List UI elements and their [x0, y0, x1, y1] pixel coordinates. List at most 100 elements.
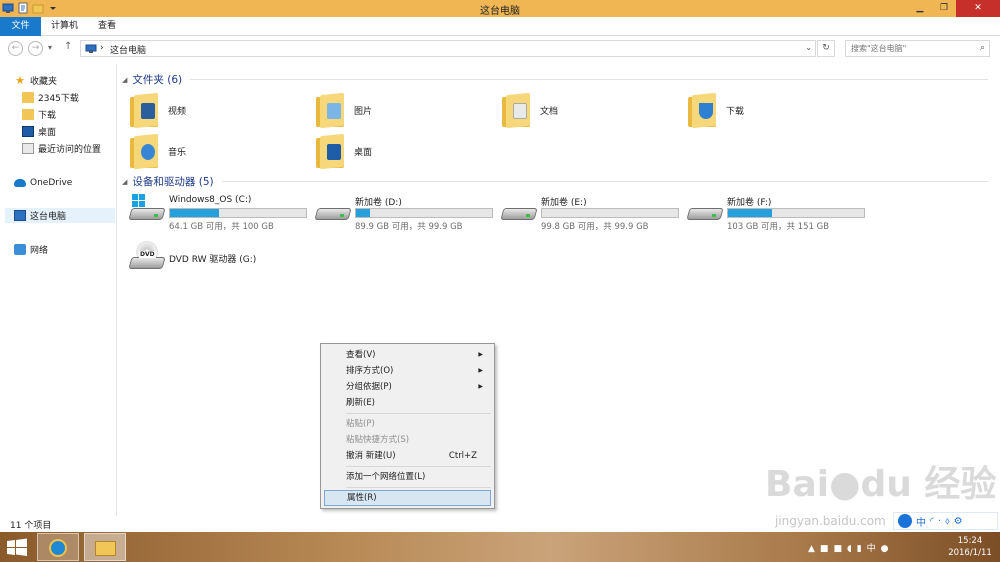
tab-view[interactable]: 查看: [88, 17, 126, 36]
tab-computer[interactable]: 计算机: [41, 17, 88, 36]
maximize-icon[interactable]: ❐: [932, 0, 956, 17]
ime-symbol-icon[interactable]: ·: [938, 516, 941, 527]
downloads-folder-icon: [22, 109, 34, 120]
drive-tile-c[interactable]: Windows8_OS (C:) 64.1 GB 可用，共 100 GB: [128, 193, 310, 232]
volume-icon[interactable]: ◖: [847, 544, 857, 554]
sidebar-item-desktop[interactable]: 桌面: [22, 124, 56, 139]
file-explorer-icon: [95, 541, 116, 556]
sidebar-item-this-pc[interactable]: 这台电脑: [5, 208, 115, 223]
menu-item-undo-new[interactable]: 撤消 新建(U) Ctrl+Z: [324, 448, 491, 464]
network-status-icon[interactable]: ▮: [857, 544, 867, 554]
folder-name: 下载: [726, 106, 745, 117]
drive-name: 新加卷 (E:): [541, 198, 587, 208]
menu-item-label: 粘贴(P): [346, 419, 375, 429]
tray-app-icon[interactable]: ■: [820, 544, 834, 554]
navigation-pane: ★ 收藏夹 2345下载 下载 桌面 最近访问的位置 OneDrive 这台电脑…: [0, 64, 117, 516]
drive-name: 新加卷 (D:): [355, 198, 402, 208]
folder-icon: [22, 92, 34, 103]
ime-settings-icon[interactable]: ⚙: [954, 516, 963, 527]
taskbar-ie-button[interactable]: [37, 533, 79, 561]
network-icon: [14, 244, 26, 255]
sidebar-item-2345-download[interactable]: 2345下载: [22, 90, 79, 105]
drive-tile-dvd[interactable]: DVD DVD RW 驱动器 (G:): [128, 238, 310, 274]
collapse-triangle-icon[interactable]: ◢: [122, 178, 127, 186]
ime-shirt-icon[interactable]: ⬨: [945, 516, 950, 527]
menu-item-label: 刷新(E): [346, 398, 376, 408]
group-title: 设备和驱动器 (5): [132, 176, 214, 188]
drive-space-info: 103 GB 可用，共 151 GB: [727, 222, 830, 232]
address-bar[interactable]: › 这台电脑 ⌄: [80, 40, 816, 57]
tray-security-icon[interactable]: ■: [833, 544, 847, 554]
drive-tile-f[interactable]: 新加卷 (F:) 103 GB 可用，共 151 GB: [686, 193, 868, 232]
dvd-drive-icon: DVD: [128, 241, 166, 269]
sidebar-item-recent-places[interactable]: 最近访问的位置: [22, 141, 101, 156]
breadcrumb[interactable]: 这台电脑: [110, 43, 146, 56]
window-title: 这台电脑: [480, 6, 520, 17]
folder-tile-pictures[interactable]: 图片: [316, 91, 372, 129]
sidebar-item-onedrive[interactable]: OneDrive: [14, 175, 72, 190]
sidebar-item-downloads[interactable]: 下载: [22, 107, 56, 122]
item-count: 11 个项目: [10, 521, 52, 531]
minimize-icon[interactable]: ▁: [908, 0, 932, 17]
forward-button[interactable]: →: [28, 41, 43, 56]
up-arrow-icon[interactable]: ↑: [64, 41, 72, 52]
ime-language[interactable]: 中: [916, 514, 926, 529]
chevron-down-icon[interactable]: ⌄: [805, 43, 812, 52]
menu-item-label: 粘贴快捷方式(S): [346, 435, 410, 445]
folder-tile-documents[interactable]: 文档: [502, 91, 558, 129]
search-icon[interactable]: ⌕: [980, 43, 985, 53]
tray-ime-icon[interactable]: ●: [881, 544, 894, 554]
folder-tile-desktop[interactable]: 桌面: [316, 132, 372, 170]
tab-file[interactable]: 文件: [0, 17, 41, 36]
menu-item-properties[interactable]: 属性(R): [324, 490, 491, 506]
menu-item-sort-by[interactable]: 排序方式(O) ▶: [324, 363, 491, 379]
menu-item-group-by[interactable]: 分组依据(P) ▶: [324, 379, 491, 395]
clock-time: 15:24: [957, 536, 983, 546]
drive-tile-d[interactable]: 新加卷 (D:) 89.9 GB 可用，共 99.9 GB: [314, 193, 496, 232]
show-hidden-icons-icon[interactable]: ▲: [808, 544, 820, 554]
menu-item-refresh[interactable]: 刷新(E): [324, 395, 491, 411]
window-controls: ▁ ❐ ✕: [908, 0, 1000, 17]
drive-name: 新加卷 (F:): [727, 198, 772, 208]
group-divider: [190, 79, 988, 80]
tray-language[interactable]: 中: [867, 544, 881, 554]
breadcrumb-chevron-icon[interactable]: ›: [100, 43, 104, 53]
context-menu: 查看(V) ▶ 排序方式(O) ▶ 分组依据(P) ▶ 刷新(E) 粘贴(P) 粘贴快…: [320, 343, 495, 509]
collapse-triangle-icon[interactable]: ◢: [122, 76, 127, 84]
drive-name: DVD RW 驱动器 (G:): [169, 255, 257, 265]
sidebar-item-network[interactable]: 网络: [14, 242, 48, 257]
recent-locations-icon[interactable]: ▾: [48, 43, 52, 52]
group-header-folders[interactable]: ◢ 文件夹 (6): [122, 72, 182, 87]
group-title: 文件夹 (6): [132, 74, 183, 86]
menu-separator: [346, 466, 491, 467]
folder-tile-downloads[interactable]: 下载: [688, 91, 744, 129]
hard-drive-icon: [686, 202, 724, 224]
group-header-drives[interactable]: ◢ 设备和驱动器 (5): [122, 174, 214, 189]
ime-logo-icon[interactable]: [898, 514, 912, 528]
clock-date: 2016/1/11: [948, 548, 992, 558]
drive-tile-e[interactable]: 新加卷 (E:) 99.8 GB 可用，共 99.9 GB: [500, 193, 682, 232]
windows-start-icon[interactable]: [6, 538, 28, 556]
ime-punctuation-icon[interactable]: ◜: [930, 516, 934, 527]
sidebar-item-favorites[interactable]: ★ 收藏夹: [14, 73, 57, 88]
sidebar-item-label: 2345下载: [38, 94, 79, 104]
ime-toolbar: 中 ◜ · ⬨ ⚙: [893, 512, 998, 530]
folder-name: 视频: [168, 106, 187, 117]
taskbar-explorer-button[interactable]: [84, 533, 126, 561]
taskbar-clock[interactable]: 15:24 2016/1/11: [942, 535, 998, 559]
downloads-folder-icon: [688, 92, 716, 129]
drive-usage-bar: [169, 208, 307, 218]
back-button[interactable]: ←: [8, 41, 23, 56]
search-box[interactable]: ⌕: [845, 40, 990, 57]
ribbon-tabs: 文件 计算机 查看: [0, 17, 1000, 36]
search-input[interactable]: [846, 41, 966, 56]
refresh-button[interactable]: ↻: [817, 40, 835, 57]
menu-item-add-network-location[interactable]: 添加一个网络位置(L): [324, 469, 491, 485]
folder-tile-music[interactable]: 音乐: [130, 132, 186, 170]
title-bar: 这台电脑 ▁ ❐ ✕: [0, 0, 1000, 17]
folder-name: 文档: [540, 106, 559, 117]
close-icon[interactable]: ✕: [956, 0, 1000, 17]
folder-name: 图片: [354, 106, 373, 117]
menu-item-view[interactable]: 查看(V) ▶: [324, 347, 491, 363]
folder-tile-videos[interactable]: 视频: [130, 91, 186, 129]
